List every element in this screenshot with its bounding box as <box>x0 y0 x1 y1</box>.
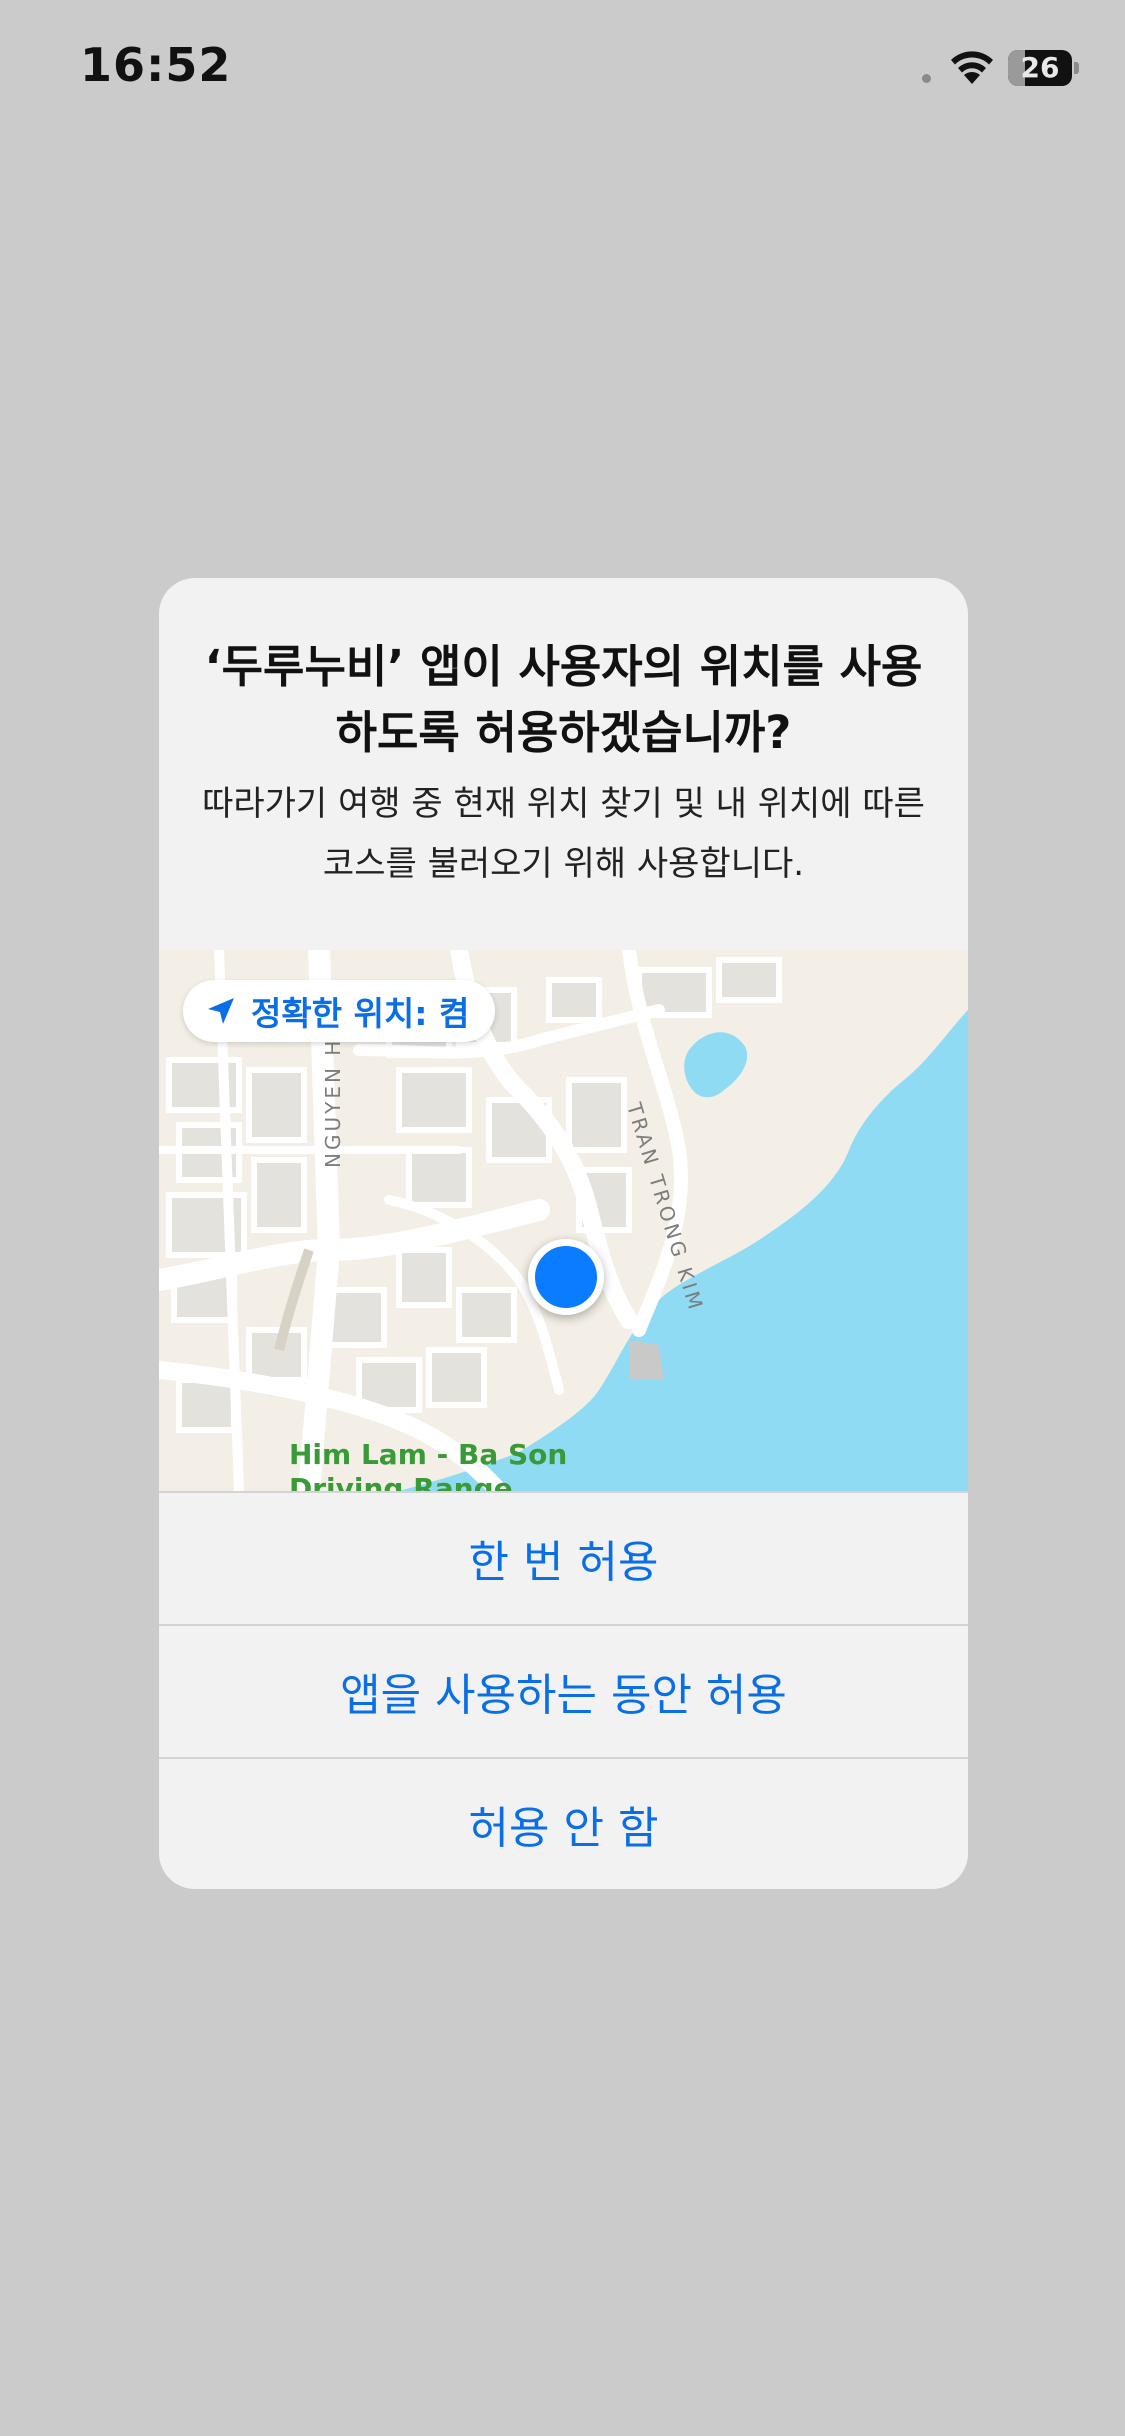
battery-cap <box>1074 62 1079 74</box>
location-preview-map: NGUYEN H TRAN TRONG KIM Him Lam - Ba Son… <box>159 950 968 1491</box>
poi-label-line2: Driving Range <box>289 1472 513 1491</box>
battery-body: 26 <box>1008 50 1072 86</box>
user-location-dot <box>528 1239 604 1315</box>
alert-buttons: 한 번 허용 앱을 사용하는 동안 허용 허용 안 함 <box>159 1491 968 1889</box>
status-bar: 16:52 26 <box>0 0 1125 140</box>
alert-header: ‘두루누비’ 앱이 사용자의 위치를 사용하도록 허용하겠습니까? 따라가기 여… <box>159 578 968 950</box>
pond <box>684 1032 748 1098</box>
poi-label: Him Lam - Ba Son Driving Range <box>289 1438 567 1491</box>
precise-location-label: 정확한 위치: 켬 <box>251 994 470 1033</box>
poi-label-line1: Him Lam - Ba Son <box>289 1438 568 1471</box>
location-permission-alert: ‘두루누비’ 앱이 사용자의 위치를 사용하도록 허용하겠습니까? 따라가기 여… <box>159 578 968 1889</box>
cellular-signal-icon <box>922 74 931 83</box>
battery-icon: 26 <box>1008 50 1079 86</box>
status-time: 16:52 <box>80 38 232 92</box>
alert-message: 따라가기 여행 중 현재 위치 찾기 및 내 위치에 따른 코스를 불러오기 위… <box>202 784 925 884</box>
street-label-nguyen: NGUYEN H <box>321 1037 345 1168</box>
allow-once-button[interactable]: 한 번 허용 <box>159 1491 968 1623</box>
pier <box>629 1340 664 1380</box>
battery-level: 26 <box>1020 51 1060 84</box>
allow-while-using-button[interactable]: 앱을 사용하는 동안 허용 <box>159 1624 968 1756</box>
alert-title: ‘두루누비’ 앱이 사용자의 위치를 사용하도록 허용하겠습니까? <box>204 640 923 759</box>
dont-allow-button[interactable]: 허용 안 함 <box>159 1757 968 1889</box>
location-arrow-icon <box>208 998 234 1024</box>
precise-location-toggle[interactable]: 정확한 위치: 켬 <box>183 980 496 1042</box>
wifi-icon <box>951 51 993 84</box>
